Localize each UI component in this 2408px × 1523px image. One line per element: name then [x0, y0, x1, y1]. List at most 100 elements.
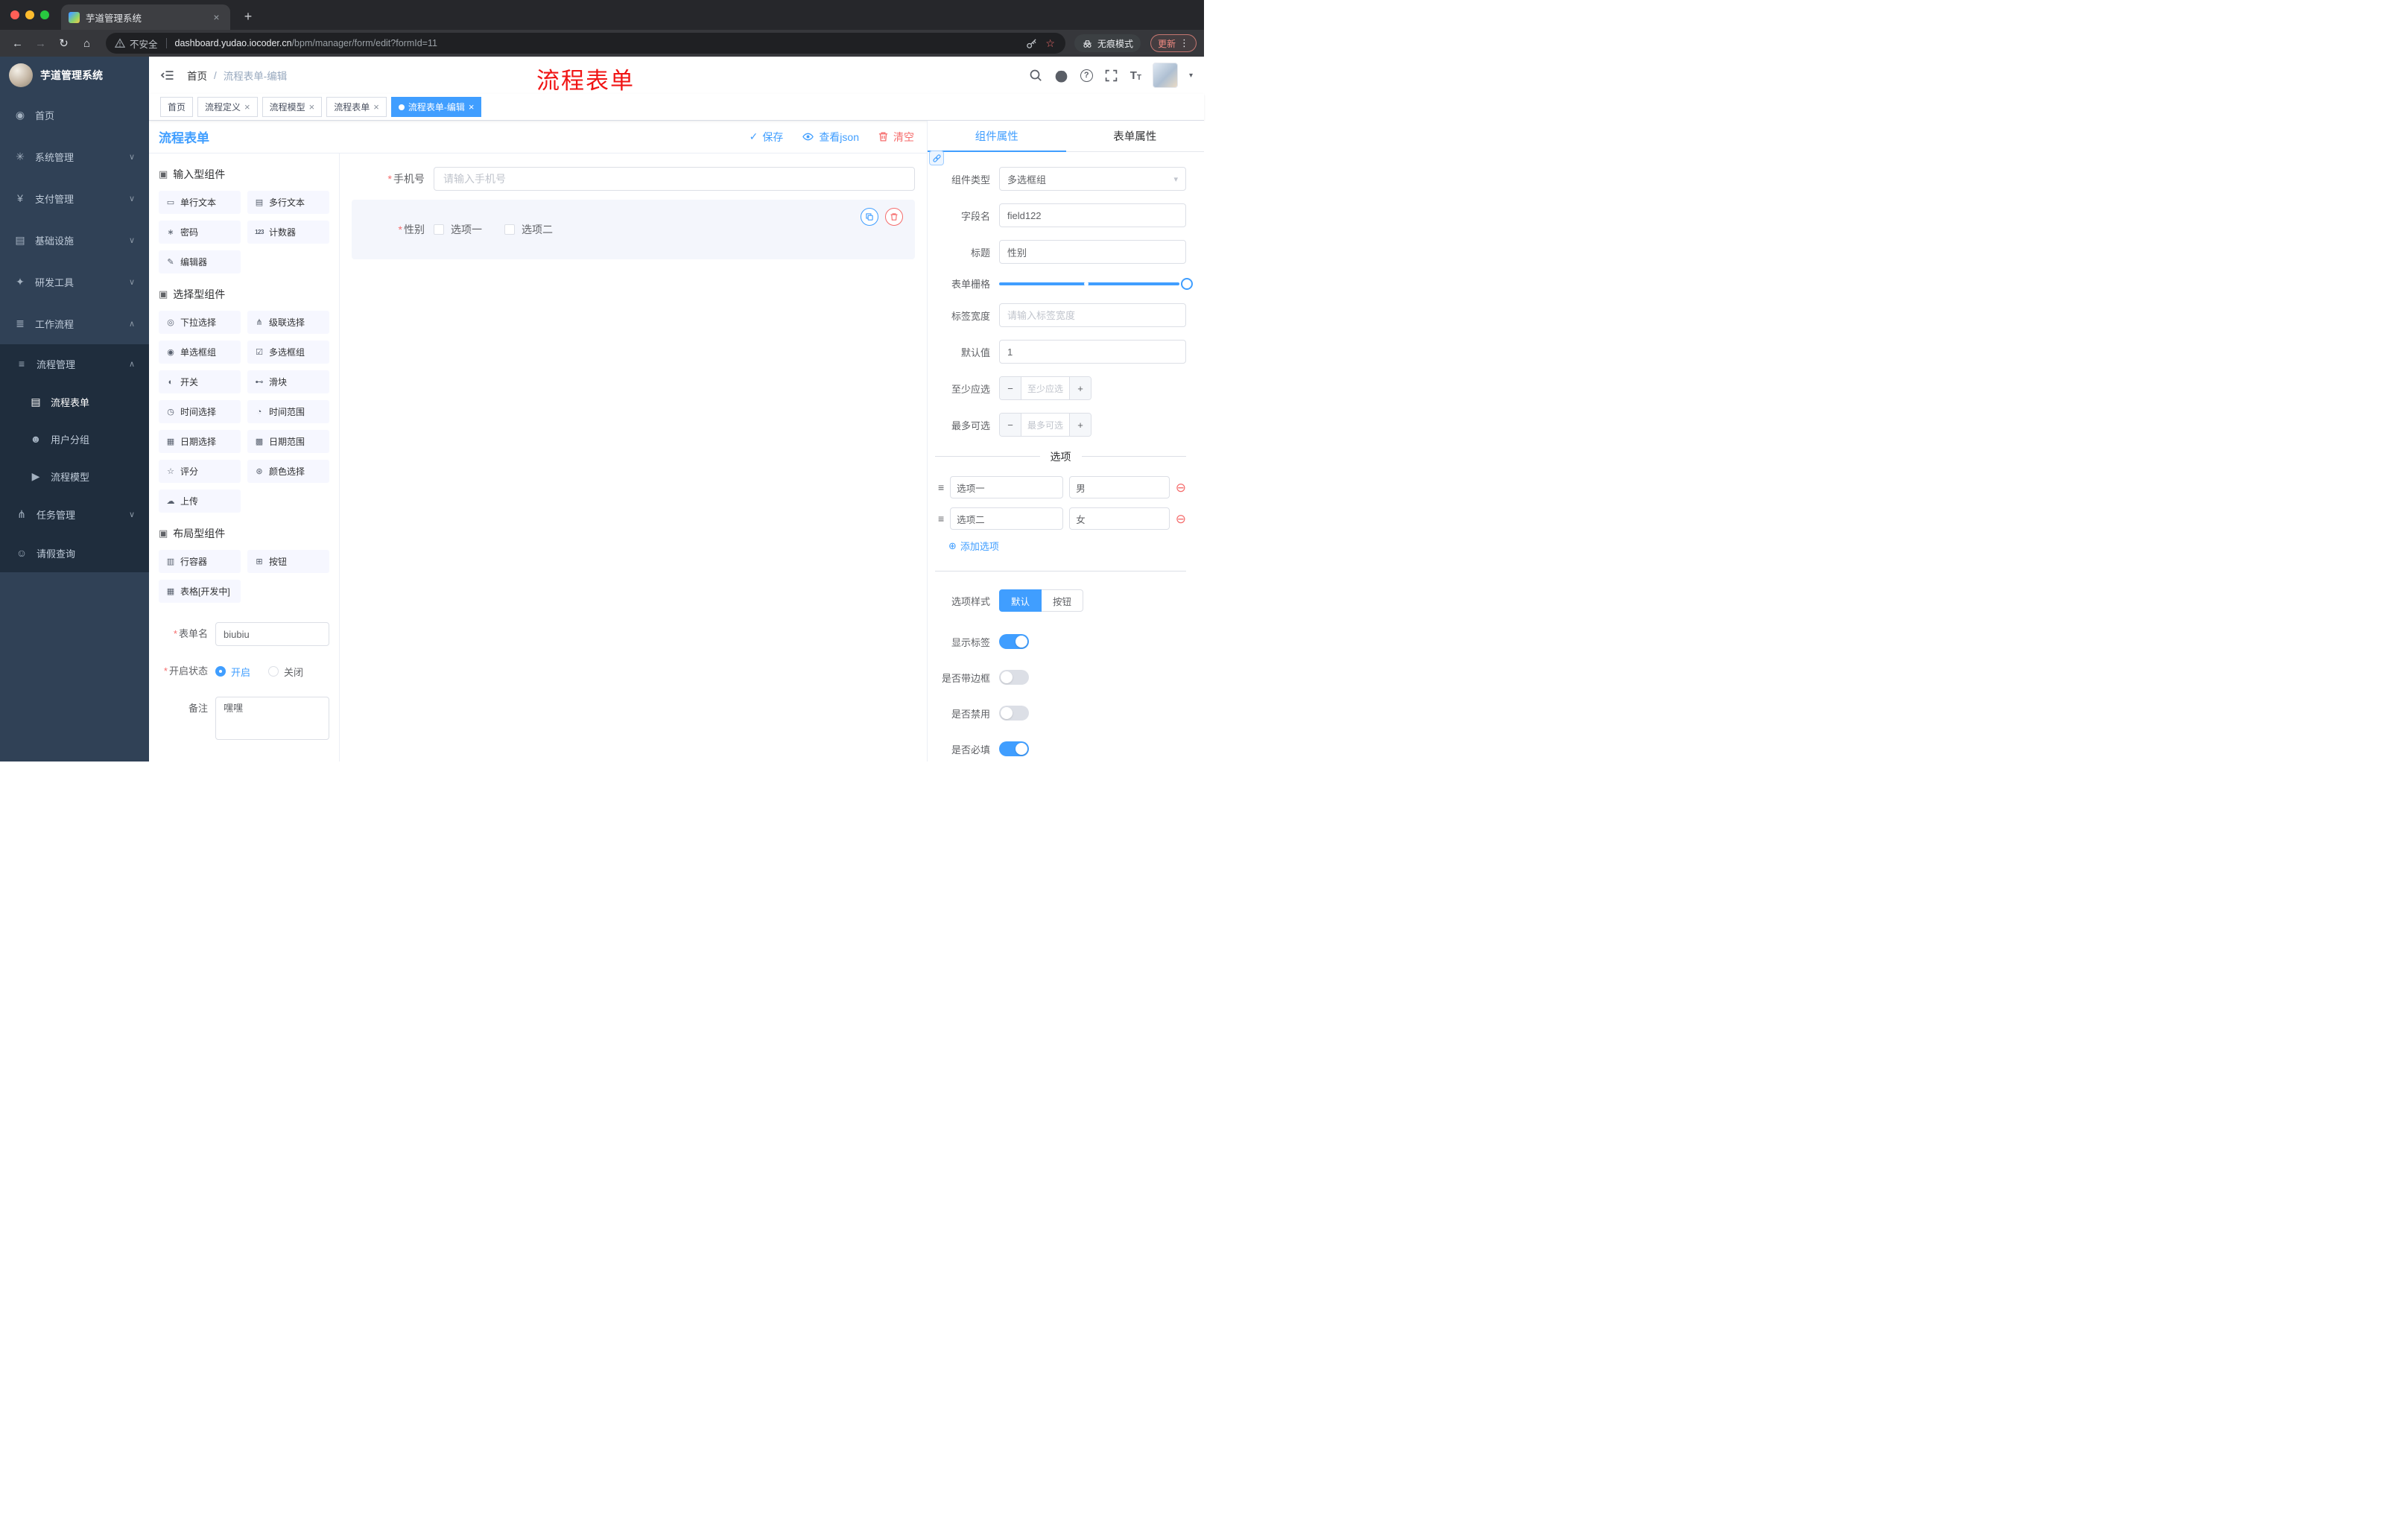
sidebar-item-process-model[interactable]: ▶ 流程模型	[0, 457, 149, 495]
palette-item-password[interactable]: ∗ 密码	[159, 221, 241, 244]
help-icon[interactable]: ?	[1080, 69, 1093, 82]
palette-item-time-range[interactable]: ◔ 时间范围	[247, 400, 329, 423]
link-icon[interactable]	[929, 151, 944, 165]
palette-item-table[interactable]: ▦ 表格[开发中]	[159, 580, 241, 603]
palette-item-editor[interactable]: ✎ 编辑器	[159, 250, 241, 273]
security-label[interactable]: 不安全	[130, 37, 158, 51]
option-label-input[interactable]	[950, 507, 1064, 530]
disabled-switch[interactable]	[999, 706, 1029, 721]
option-value-input[interactable]	[1069, 507, 1170, 530]
sidebar-item-payment[interactable]: ¥ 支付管理 ∨	[0, 177, 149, 219]
minimize-window-button[interactable]	[25, 10, 34, 19]
palette-item-color-picker[interactable]: ⊛ 颜色选择	[247, 460, 329, 483]
gender-field-selected[interactable]: * 性别 选项一 选项二	[352, 200, 915, 259]
phone-input[interactable]	[434, 167, 915, 191]
style-default-button[interactable]: 默认	[999, 589, 1042, 612]
checkbox-option-1[interactable]: 选项一	[434, 222, 482, 237]
form-name-input[interactable]	[215, 622, 329, 646]
form-remark-textarea[interactable]: 嘿嘿	[215, 697, 329, 740]
palette-item-date-range[interactable]: ▩ 日期范围	[247, 430, 329, 453]
tag-home[interactable]: 首页	[160, 97, 194, 117]
home-button[interactable]: ⌂	[77, 34, 97, 54]
remove-option-icon[interactable]: ⊖	[1176, 481, 1186, 494]
style-button-button[interactable]: 按钮	[1042, 589, 1084, 612]
palette-item-radio-group[interactable]: ◉ 单选框组	[159, 341, 241, 364]
option-label-input[interactable]	[950, 476, 1064, 498]
close-icon[interactable]: ×	[373, 101, 379, 113]
minus-button[interactable]: −	[1000, 377, 1021, 399]
palette-item-counter[interactable]: 123 计数器	[247, 221, 329, 244]
required-switch[interactable]	[999, 741, 1029, 756]
view-json-button[interactable]: 查看json	[802, 130, 859, 145]
palette-item-upload[interactable]: ☁ 上传	[159, 490, 241, 513]
sidebar-item-process-management[interactable]: ≡ 流程管理 ∧	[0, 344, 149, 383]
title-input[interactable]	[999, 240, 1186, 264]
add-option-button[interactable]: ⊕ 添加选项	[948, 539, 1186, 553]
max-select-value[interactable]: 最多可选	[1021, 414, 1069, 436]
show-label-switch[interactable]	[999, 634, 1029, 649]
checkbox-option-2[interactable]: 选项二	[504, 222, 553, 237]
close-window-button[interactable]	[10, 10, 19, 19]
palette-item-switch[interactable]: ◐ 开关	[159, 370, 241, 393]
fullscreen-icon[interactable]	[1104, 68, 1119, 83]
tag-process-form[interactable]: 流程表单 ×	[326, 97, 387, 117]
browser-tab[interactable]: 芋道管理系统 ×	[61, 4, 230, 30]
forward-button[interactable]: →	[31, 34, 51, 54]
palette-item-date-picker[interactable]: ▦ 日期选择	[159, 430, 241, 453]
sidebar-item-process-form[interactable]: ▤ 流程表单	[0, 383, 149, 420]
tab-form-props[interactable]: 表单属性	[1066, 121, 1205, 151]
sidebar-item-leave-query[interactable]: ☺ 请假查询	[0, 533, 149, 572]
remove-option-icon[interactable]: ⊖	[1176, 513, 1186, 525]
palette-item-button[interactable]: ⊞ 按钮	[247, 550, 329, 573]
clear-button[interactable]: 清空	[878, 130, 914, 145]
sidebar-item-task-management[interactable]: ⋔ 任务管理 ∨	[0, 495, 149, 533]
sidebar-item-user-group[interactable]: ☻ 用户分组	[0, 420, 149, 457]
min-select-value[interactable]: 至少应选	[1021, 377, 1069, 399]
zoom-window-button[interactable]	[40, 10, 49, 19]
copy-component-button[interactable]	[861, 208, 878, 226]
delete-component-button[interactable]	[885, 208, 903, 226]
sidebar-logo[interactable]: 芋道管理系统	[0, 57, 149, 94]
option-value-input[interactable]	[1069, 476, 1170, 498]
palette-item-select[interactable]: ◎ 下拉选择	[159, 311, 241, 334]
new-tab-button[interactable]: +	[238, 6, 259, 27]
palette-item-cascader[interactable]: ⋔ 级联选择	[247, 311, 329, 334]
browser-menu-update-button[interactable]: 更新 ⋮	[1150, 34, 1197, 52]
drag-handle-icon[interactable]: ≡	[938, 513, 944, 525]
password-key-icon[interactable]	[1026, 38, 1037, 49]
reload-button[interactable]: ↻	[54, 34, 74, 54]
grid-slider[interactable]	[999, 277, 1193, 290]
close-icon[interactable]: ×	[309, 101, 315, 113]
default-value-input[interactable]	[999, 340, 1186, 364]
palette-item-row-container[interactable]: ▥ 行容器	[159, 550, 241, 573]
palette-item-multi-line-text[interactable]: ▤ 多行文本	[247, 191, 329, 214]
plus-button[interactable]: +	[1069, 377, 1091, 399]
field-name-input[interactable]	[999, 203, 1186, 227]
search-icon[interactable]	[1028, 68, 1043, 83]
slider-handle[interactable]	[1181, 277, 1193, 290]
avatar[interactable]	[1152, 63, 1178, 88]
sidebar-item-infrastructure[interactable]: ▤ 基础设施 ∨	[0, 219, 149, 261]
close-icon[interactable]: ×	[244, 101, 250, 113]
palette-item-time-picker[interactable]: ◷ 时间选择	[159, 400, 241, 423]
tab-component-props[interactable]: 组件属性	[928, 121, 1066, 152]
tab-close-icon[interactable]: ×	[210, 11, 223, 24]
sidebar-item-workflow[interactable]: ≣ 工作流程 ∧	[0, 303, 149, 344]
palette-item-rate[interactable]: ☆ 评分	[159, 460, 241, 483]
form-canvas[interactable]: * 手机号 请输入手机号 * 性别 选项一 选项二	[340, 153, 927, 762]
drag-handle-icon[interactable]: ≡	[938, 481, 944, 493]
breadcrumb-home[interactable]: 首页	[187, 68, 207, 83]
sidebar-item-home[interactable]: ◉ 首页	[0, 94, 149, 136]
phone-field[interactable]: * 手机号	[352, 167, 915, 191]
bookmark-star-icon[interactable]: ☆	[1045, 37, 1055, 50]
hamburger-icon[interactable]	[160, 69, 174, 82]
caret-down-icon[interactable]: ▾	[1189, 72, 1193, 80]
label-width-input[interactable]	[999, 303, 1186, 327]
tag-process-definition[interactable]: 流程定义 ×	[197, 97, 258, 117]
palette-item-slider[interactable]: ⊷ 滑块	[247, 370, 329, 393]
github-icon[interactable]	[1054, 68, 1069, 83]
status-radio-off[interactable]: 关闭	[268, 665, 303, 679]
palette-item-checkbox-group[interactable]: ☑ 多选框组	[247, 341, 329, 364]
save-button[interactable]: ✓ 保存	[750, 130, 784, 145]
back-button[interactable]: ←	[7, 34, 28, 54]
